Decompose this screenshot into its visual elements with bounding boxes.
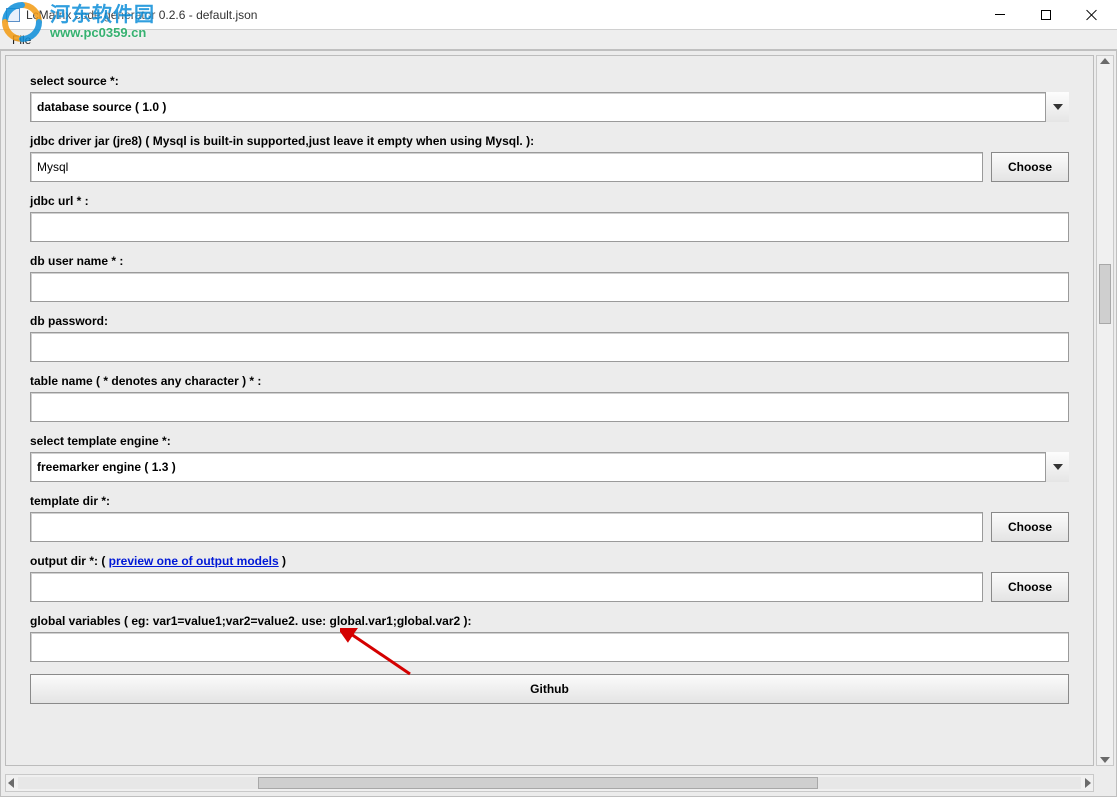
- chevron-down-icon: [1045, 92, 1069, 122]
- scroll-thumb[interactable]: [1099, 264, 1111, 324]
- engine-select[interactable]: freemarker engine ( 1.3 ): [30, 452, 1069, 482]
- choose-jdbc-driver-button[interactable]: Choose: [991, 152, 1069, 182]
- source-select-value: database source ( 1.0 ): [37, 100, 166, 114]
- chevron-down-icon: [1045, 452, 1069, 482]
- field-output-dir: output dir *: ( preview one of output mo…: [30, 554, 1069, 602]
- scroll-track: [18, 777, 1081, 789]
- field-table-name: table name ( * denotes any character ) *…: [30, 374, 1069, 422]
- field-select-source: select source *: database source ( 1.0 ): [30, 74, 1069, 122]
- output-dir-input[interactable]: [30, 572, 983, 602]
- choose-template-dir-button[interactable]: Choose: [991, 512, 1069, 542]
- label-template-dir: template dir *:: [30, 494, 110, 508]
- scroll-right-icon: [1085, 778, 1091, 788]
- field-db-password: db password:: [30, 314, 1069, 362]
- scroll-track: [1099, 64, 1111, 757]
- maximize-button[interactable]: [1023, 1, 1069, 29]
- field-select-engine: select template engine *: freemarker eng…: [30, 434, 1069, 482]
- vertical-scrollbar[interactable]: [1096, 55, 1114, 766]
- label-output-dir: output dir *: ( preview one of output mo…: [30, 554, 286, 568]
- label-global-vars: global variables ( eg: var1=value1;var2=…: [30, 614, 472, 628]
- title-bar: LcMatrix code generator 0.2.6 - default.…: [0, 0, 1117, 30]
- label-table-name: table name ( * denotes any character ) *…: [30, 374, 261, 388]
- field-jdbc-driver: jdbc driver jar (jre8) ( Mysql is built-…: [30, 134, 1069, 182]
- jdbc-driver-input[interactable]: Mysql: [30, 152, 983, 182]
- close-button[interactable]: [1069, 1, 1115, 29]
- maximize-icon: [1041, 10, 1051, 20]
- global-vars-input[interactable]: [30, 632, 1069, 662]
- form-panel: select source *: database source ( 1.0 )…: [5, 55, 1094, 766]
- label-db-user: db user name * :: [30, 254, 123, 268]
- minimize-icon: [995, 14, 1005, 15]
- field-global-vars: global variables ( eg: var1=value1;var2=…: [30, 614, 1069, 662]
- label-select-engine: select template engine *:: [30, 434, 171, 448]
- db-password-input[interactable]: [30, 332, 1069, 362]
- choose-output-dir-button[interactable]: Choose: [991, 572, 1069, 602]
- scroll-left-icon: [8, 778, 14, 788]
- scroll-down-icon: [1100, 757, 1110, 763]
- window-title: LcMatrix code generator 0.2.6 - default.…: [26, 8, 257, 22]
- field-jdbc-url: jdbc url * :: [30, 194, 1069, 242]
- close-icon: [1086, 9, 1098, 21]
- source-select[interactable]: database source ( 1.0 ): [30, 92, 1069, 122]
- engine-select-value: freemarker engine ( 1.3 ): [37, 460, 176, 474]
- app-icon: [6, 8, 20, 22]
- github-button[interactable]: Github: [30, 674, 1069, 704]
- field-template-dir: template dir *: Choose: [30, 494, 1069, 542]
- menu-file[interactable]: File: [4, 31, 39, 49]
- horizontal-scrollbar[interactable]: [5, 774, 1094, 792]
- field-db-user: db user name * :: [30, 254, 1069, 302]
- template-dir-input[interactable]: [30, 512, 983, 542]
- client-area: select source *: database source ( 1.0 )…: [0, 50, 1117, 797]
- minimize-button[interactable]: [977, 1, 1023, 29]
- db-user-input[interactable]: [30, 272, 1069, 302]
- label-db-password: db password:: [30, 314, 108, 328]
- scroll-thumb[interactable]: [258, 777, 818, 789]
- label-jdbc-url: jdbc url * :: [30, 194, 89, 208]
- preview-output-link[interactable]: preview one of output models: [109, 554, 279, 568]
- label-select-source: select source *:: [30, 74, 119, 88]
- table-name-input[interactable]: [30, 392, 1069, 422]
- label-jdbc-driver: jdbc driver jar (jre8) ( Mysql is built-…: [30, 134, 534, 148]
- menu-bar: File: [0, 30, 1117, 50]
- jdbc-url-input[interactable]: [30, 212, 1069, 242]
